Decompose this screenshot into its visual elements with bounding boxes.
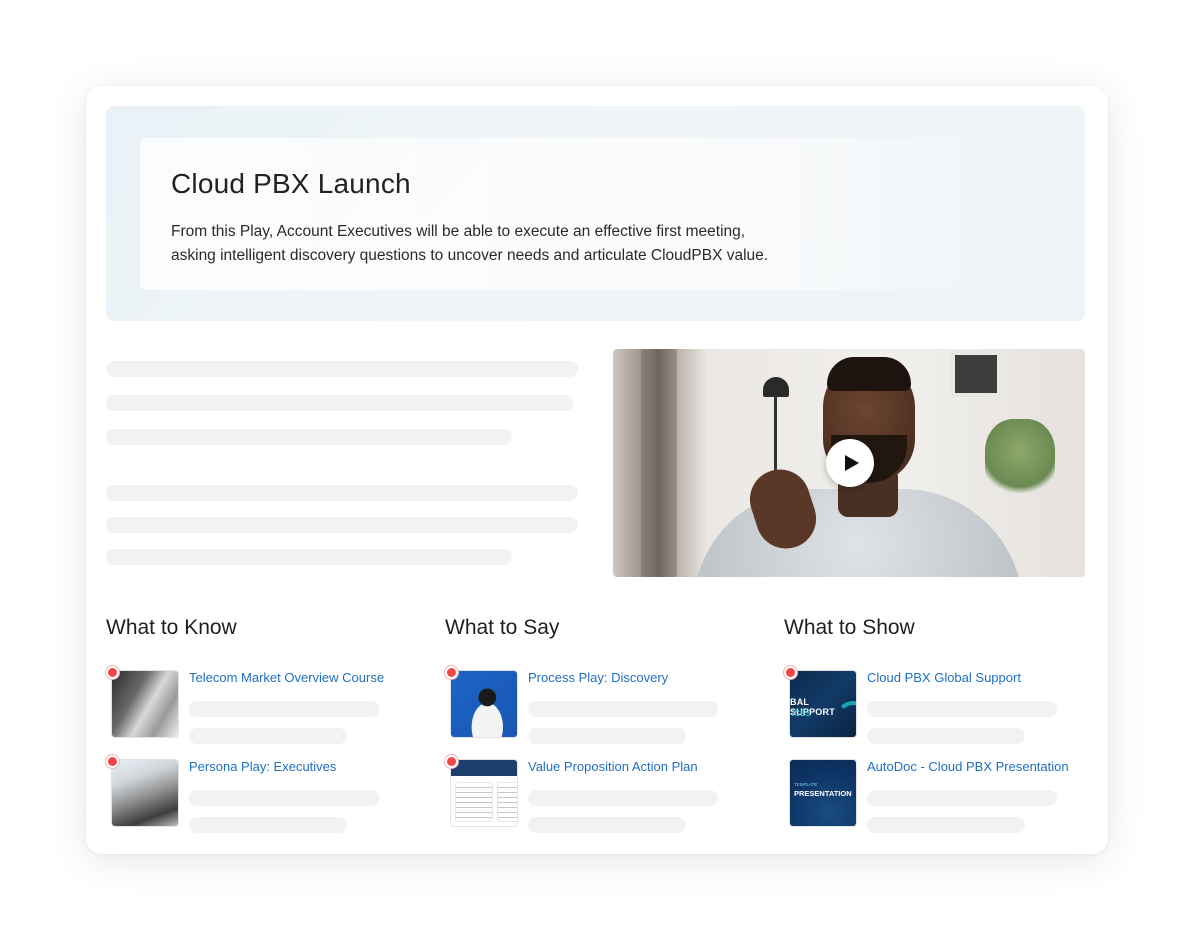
list-item[interactable]: Process Play: Discovery [445, 666, 765, 745]
skeleton-line [867, 728, 1025, 744]
page-title: Cloud PBX Launch [171, 168, 411, 199]
skeleton-line [189, 728, 347, 744]
skeleton-line [867, 701, 1057, 717]
item-link[interactable]: Cloud PBX Global Support [867, 670, 1021, 685]
skeleton-line [106, 549, 512, 565]
play-button[interactable] [826, 439, 874, 487]
hero-content: Cloud PBX Launch From this Play, Account… [140, 138, 1020, 290]
play-card: Cloud PBX Launch From this Play, Account… [86, 86, 1108, 854]
section-title: What to Show [784, 616, 915, 639]
skeleton-line [106, 429, 512, 445]
list-item[interactable]: BAL SUPPORT ICES Cloud PBX Global Suppor… [784, 666, 1104, 745]
skeleton-line [528, 728, 686, 744]
page-description: From this Play, Account Executives will … [171, 223, 769, 264]
hero-banner: Cloud PBX Launch From this Play, Account… [106, 106, 1085, 321]
new-indicator-dot [784, 666, 797, 679]
thumbnail[interactable] [450, 759, 518, 827]
thumbnail-text: PRESENTATION [794, 789, 852, 798]
list-item[interactable]: Persona Play: Executives [106, 755, 426, 834]
skeleton-line [189, 701, 379, 717]
skeleton-line [189, 817, 347, 833]
section-what-to-show: What to Show BAL SUPPORT ICES Cloud PBX … [784, 616, 1104, 833]
thumbnail[interactable]: TEMPLATE PRESENTATION [789, 759, 857, 827]
new-indicator-dot [445, 666, 458, 679]
thumbnail-text: ICES [792, 709, 811, 718]
list-item[interactable]: Value Proposition Action Plan [445, 755, 765, 834]
skeleton-line [528, 817, 686, 833]
thumbnail[interactable] [111, 670, 179, 738]
thumbnail[interactable] [111, 759, 179, 827]
skeleton-line [528, 701, 718, 717]
item-link[interactable]: Telecom Market Overview Course [189, 670, 384, 685]
item-link[interactable]: Persona Play: Executives [189, 759, 336, 774]
video-frame-detail [951, 351, 1001, 397]
thumbnail[interactable] [450, 670, 518, 738]
new-indicator-dot [106, 755, 119, 768]
skeleton-line [867, 790, 1057, 806]
play-icon [844, 455, 859, 471]
item-link[interactable]: Value Proposition Action Plan [528, 759, 698, 774]
presenter [827, 357, 911, 391]
item-link[interactable]: AutoDoc - Cloud PBX Presentation [867, 759, 1069, 774]
list-item[interactable]: Telecom Market Overview Course [106, 666, 426, 745]
skeleton-line [106, 485, 578, 501]
skeleton-line [106, 395, 573, 411]
item-link[interactable]: Process Play: Discovery [528, 670, 668, 685]
section-title: What to Say [445, 616, 560, 639]
thumbnail[interactable]: BAL SUPPORT ICES [789, 670, 857, 738]
skeleton-line [867, 817, 1025, 833]
video-player[interactable] [613, 349, 1085, 577]
section-what-to-say: What to Say Process Play: Discovery Valu… [445, 616, 765, 833]
skeleton-line [189, 790, 379, 806]
section-what-to-know: What to Know Telecom Market Overview Cou… [106, 616, 426, 833]
new-indicator-dot [106, 666, 119, 679]
list-item[interactable]: TEMPLATE PRESENTATION AutoDoc - Cloud PB… [784, 759, 1104, 834]
section-title: What to Know [106, 616, 237, 639]
thumbnail-text: TEMPLATE [794, 782, 818, 787]
new-indicator-dot [445, 755, 458, 768]
video-frame-detail [641, 349, 677, 577]
video-frame-detail [763, 377, 789, 397]
video-frame-detail [985, 419, 1055, 499]
skeleton-line [528, 790, 718, 806]
skeleton-line [106, 517, 578, 533]
skeleton-line [106, 361, 578, 377]
